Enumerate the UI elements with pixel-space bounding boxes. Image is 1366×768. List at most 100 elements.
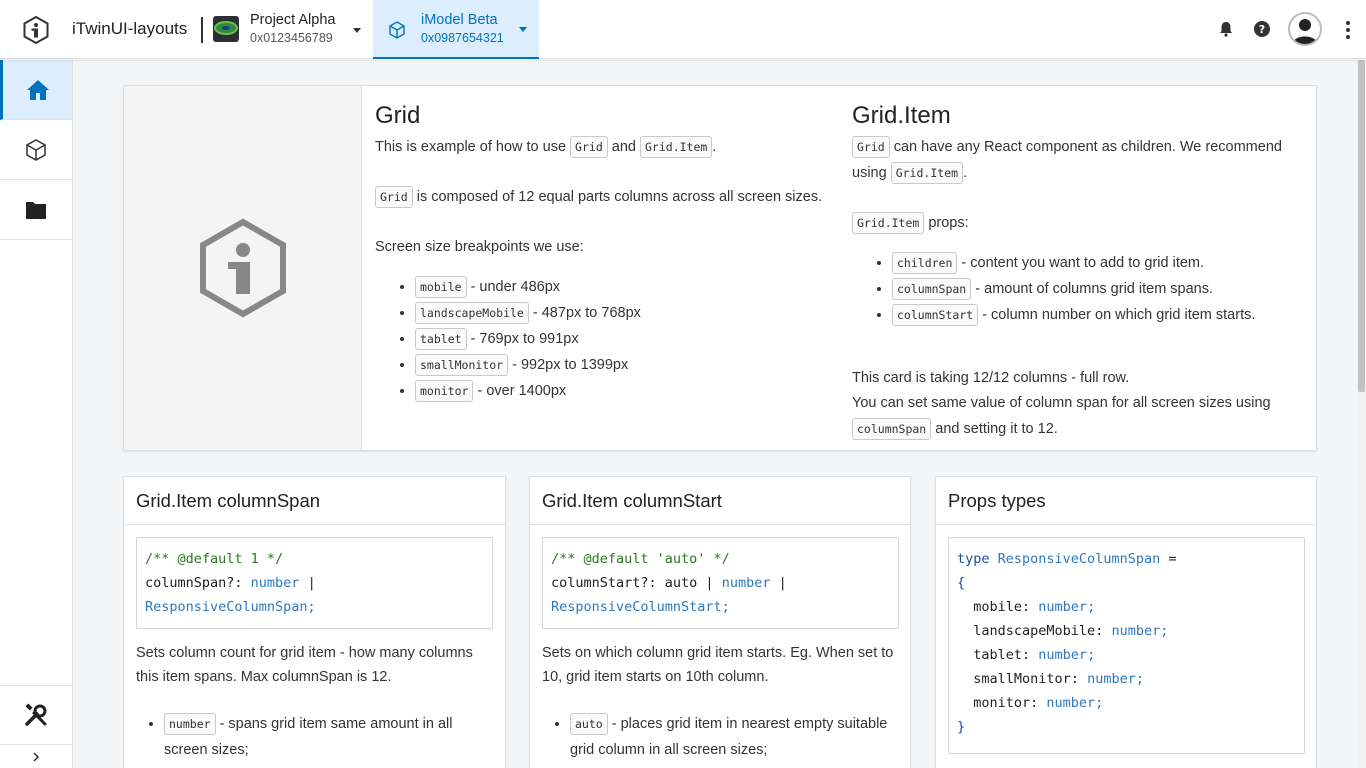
code-type: number; [1038,647,1096,663]
text: props: [924,215,969,231]
code-tag: Grid.Item [852,212,925,235]
imodel-id: 0x0987654321 [421,31,504,45]
grid-title: Grid [375,102,421,129]
grid-item-props-list: children - content you want to add to gr… [852,250,1302,328]
text: You can set same value of column span fo… [852,395,1271,411]
breakpoints-list: mobile - under 486px landscapeMobile - 4… [375,274,845,404]
project-thumbnail [213,16,239,42]
card-description: Sets column count for grid item - how ma… [136,645,473,685]
code-brace: } [957,719,966,735]
code-field: mobile: [973,599,1039,615]
code-tag: Grid [375,186,413,209]
user-avatar[interactable] [1288,12,1322,46]
nav-tools[interactable] [0,685,72,744]
code-block: /** @default 'auto' */ columnStart?: aut… [542,537,899,629]
grid-item-title: Grid.Item [852,102,951,129]
grid-column: Grid This is example of how to use Grid … [375,102,845,404]
code-brace: { [957,575,966,591]
list-item: monitor - over 1400px [415,378,845,404]
code-type: number [250,575,300,591]
list-item: tablet - 769px to 991px [415,326,845,352]
column-start-card: Grid.Item columnStart /** @default 'auto… [529,476,911,768]
code-tag: auto [570,713,608,736]
text: - column number on which grid item start… [978,307,1256,323]
imodel-selector[interactable]: iModel Beta 0x0987654321 [373,0,539,59]
text: This is example of how to use [375,139,571,155]
text: is composed of 12 equal parts columns ac… [412,189,823,205]
grid-intro-card: Grid This is example of how to use Grid … [123,85,1317,451]
card-title: Props types [936,477,1316,525]
list-item: smallMonitor - 992px to 1399px [415,352,845,378]
text: - places grid item in nearest empty suit… [570,716,888,758]
code-type: number; [1046,695,1104,711]
notification-bell-icon[interactable] [1217,20,1235,38]
list-item: children - content you want to add to gr… [892,250,1302,276]
more-options-icon[interactable] [1339,19,1357,41]
side-navigation [0,60,73,768]
code-type: ResponsiveColumnStart; [551,599,730,615]
vertical-scrollbar[interactable] [1357,60,1366,768]
app-header: iTwinUI-layouts Project Alpha 0x01234567… [0,0,1366,59]
card-title: Grid.Item columnSpan [124,477,505,525]
breakpoints-title: Screen size breakpoints we use: [375,239,584,255]
nav-models[interactable] [0,120,72,180]
code-type: ResponsiveColumnSpan; [145,599,316,615]
project-selector[interactable]: Project Alpha 0x0123456789 [213,8,371,52]
text: and [607,139,640,155]
chevron-down-icon [353,28,361,33]
scrollbar-thumb[interactable] [1358,60,1365,392]
expand-sidebar-button[interactable] [0,744,72,768]
code-tag: Grid [852,136,890,159]
code-keyword: type [957,551,990,567]
text: . [712,139,717,155]
folder-icon [26,201,46,219]
list-item: auto - places grid item in nearest empty… [570,711,902,763]
grid-item-intro: Grid can have any React component as chi… [852,134,1302,186]
text: - amount of columns grid item spans. [971,281,1214,297]
tools-icon [25,703,47,726]
list-item: columnStart - column number on which gri… [892,302,1302,328]
text: . [963,165,968,181]
itwin-logo-icon[interactable] [22,15,50,45]
code-comment: /** @default 1 */ [145,551,284,567]
imodel-name: iModel Beta [421,12,498,28]
text: - 992px to 1399px [508,357,629,373]
code-tag: children [892,252,958,275]
main-content: Grid This is example of how to use Grid … [73,60,1357,768]
list-item: number - spans grid item same amount in … [164,711,496,763]
text: - under 486px [466,279,561,295]
app-title[interactable]: iTwinUI-layouts [72,19,187,39]
text: and setting it to 12. [931,421,1058,437]
help-icon[interactable]: ? [1253,20,1271,38]
code-tag: Grid.Item [890,162,964,185]
nav-home[interactable] [0,60,72,120]
column-span-note: You can set same value of column span fo… [852,390,1302,442]
code-type: number [721,575,771,591]
code-tag: columnSpan [852,418,932,441]
code-field: monitor: [973,695,1047,711]
nav-folders[interactable] [0,180,72,240]
header-divider [201,17,203,43]
code-field: landscapeMobile: [973,623,1112,639]
text: - content you want to add to grid item. [957,255,1205,271]
text: - over 1400px [473,383,567,399]
home-icon [26,79,49,100]
code-type: number; [1038,599,1096,615]
code-tag: monitor [415,380,474,403]
chevron-right-icon [33,751,40,762]
imodel-cube-icon [387,20,407,40]
code-block: type ResponsiveColumnSpan = { mobile: nu… [948,537,1305,754]
chevron-down-icon [519,27,527,32]
code-tag: columnSpan [892,278,972,301]
code-tag: landscapeMobile [415,302,529,325]
grid-item-column: Grid.Item Grid can have any React compon… [852,102,1302,442]
grid-intro: This is example of how to use Grid and G… [375,134,845,160]
itwin-info-icon [199,218,286,318]
code-text: | [299,575,316,591]
code-tag: Grid.Item [640,136,713,159]
code-tag: number [164,713,216,736]
grid-item-props-title: Grid.Item props: [852,210,1302,236]
column-span-card: Grid.Item columnSpan /** @default 1 */ c… [123,476,506,768]
code-type: number; [1111,623,1169,639]
code-text: columnStart?: auto | [551,575,722,591]
